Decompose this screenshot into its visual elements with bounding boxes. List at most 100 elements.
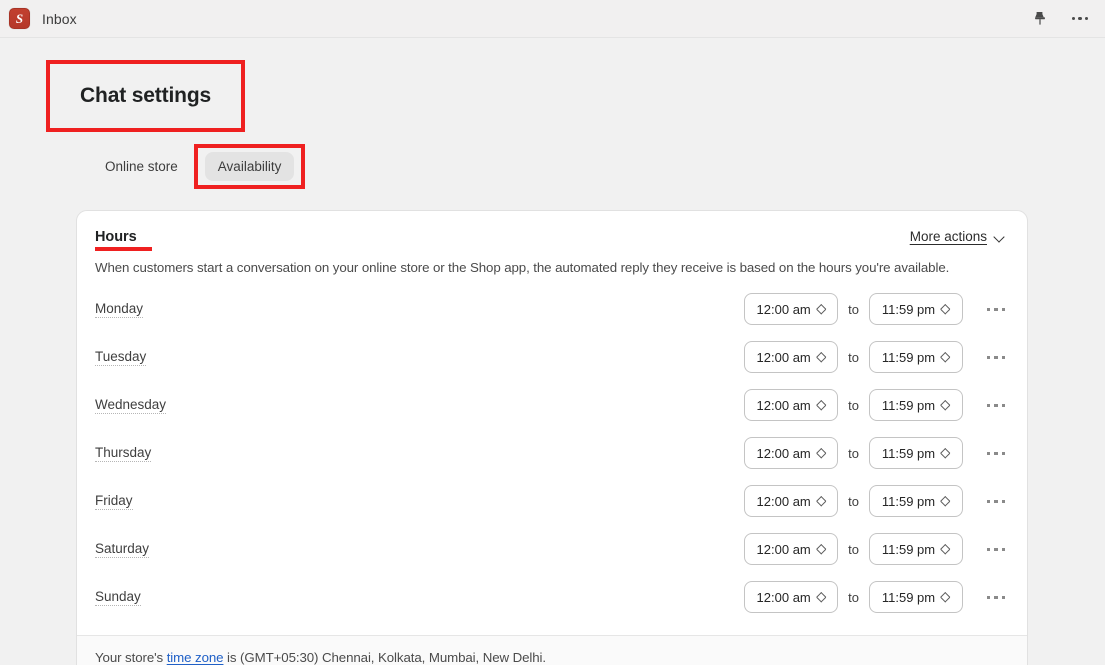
start-time-select[interactable]: 12:00 am [744, 341, 839, 374]
stepper-chevrons-icon [817, 591, 826, 604]
row-more-icon[interactable] [983, 355, 1009, 359]
day-label-friday[interactable]: Friday [95, 493, 133, 510]
hours-description: When customers start a conversation on y… [95, 260, 950, 275]
end-time-value: 11:59 pm [881, 397, 936, 413]
end-time-value: 11:59 pm [881, 493, 936, 509]
tab-availability-annotated: Availability [193, 144, 306, 189]
stepper-chevrons-icon [817, 543, 826, 556]
row-more-icon[interactable] [983, 403, 1009, 407]
start-time-select[interactable]: 12:00 am [744, 389, 839, 422]
day-label-monday[interactable]: Monday [95, 301, 144, 318]
table-row: Tuesday 12:00 am to 11:59 pm [77, 333, 1027, 381]
row-more-icon[interactable] [983, 547, 1009, 551]
day-label-wednesday[interactable]: Wednesday [95, 397, 167, 414]
more-dots [1071, 16, 1089, 21]
more-horizontal-icon[interactable] [1069, 8, 1091, 30]
stepper-chevrons-icon [941, 543, 950, 556]
end-time-value: 11:59 pm [881, 589, 936, 605]
time-zone-link[interactable]: time zone [167, 650, 224, 665]
tab-availability[interactable]: Availability [204, 152, 295, 181]
end-time-select[interactable]: 11:59 pm [869, 581, 963, 614]
stepper-chevrons-icon [941, 303, 950, 316]
day-label-sunday[interactable]: Sunday [95, 589, 141, 606]
stepper-chevrons-icon [941, 447, 950, 460]
row-controls: 12:00 am to 11:59 pm [744, 485, 1009, 518]
stepper-chevrons-icon [817, 399, 826, 412]
to-label: to [848, 397, 859, 413]
to-label: to [848, 493, 859, 509]
row-controls: 12:00 am to 11:59 pm [744, 293, 1009, 326]
table-row: Thursday 12:00 am to 11:59 pm [77, 429, 1027, 477]
annotation-underline-hours [95, 247, 152, 251]
hours-card-header: Hours More actions [77, 211, 1027, 251]
end-time-value: 11:59 pm [881, 301, 936, 317]
start-time-select[interactable]: 12:00 am [744, 533, 839, 566]
row-more-icon[interactable] [983, 595, 1009, 599]
end-time-select[interactable]: 11:59 pm [869, 293, 963, 326]
table-row: Monday 12:00 am to 11:59 pm [77, 285, 1027, 333]
timezone-prefix: Your store's [95, 650, 167, 665]
stepper-chevrons-icon [817, 351, 826, 364]
end-time-select[interactable]: 11:59 pm [869, 485, 963, 518]
row-more-icon[interactable] [983, 499, 1009, 503]
row-more-icon[interactable] [983, 451, 1009, 455]
app-title: Inbox [42, 10, 77, 27]
stepper-chevrons-icon [817, 303, 826, 316]
row-controls: 12:00 am to 11:59 pm [744, 341, 1009, 374]
page-body: Chat settings Online store Availability … [0, 38, 1105, 665]
hours-title-annotated: Hours [95, 229, 152, 251]
to-label: to [848, 541, 859, 557]
hours-row-list: Monday 12:00 am to 11:59 pm Tuesday 12:0… [77, 277, 1027, 635]
table-row: Sunday 12:00 am to 11:59 pm [77, 573, 1027, 621]
start-time-select[interactable]: 12:00 am [744, 437, 839, 470]
row-more-icon[interactable] [983, 307, 1009, 311]
app-header-actions [1029, 8, 1091, 30]
start-time-select[interactable]: 12:00 am [744, 485, 839, 518]
end-time-select[interactable]: 11:59 pm [869, 437, 963, 470]
pin-icon[interactable] [1029, 8, 1051, 30]
more-actions-label: More actions [909, 229, 987, 244]
stepper-chevrons-icon [941, 495, 950, 508]
start-time-value: 12:00 am [756, 397, 811, 413]
end-time-select[interactable]: 11:59 pm [869, 389, 963, 422]
row-controls: 12:00 am to 11:59 pm [744, 533, 1009, 566]
table-row: Friday 12:00 am to 11:59 pm [77, 477, 1027, 525]
chevron-down-icon [994, 233, 1005, 240]
start-time-value: 12:00 am [756, 589, 811, 605]
hours-title: Hours [95, 229, 137, 245]
end-time-select[interactable]: 11:59 pm [869, 533, 963, 566]
row-controls: 12:00 am to 11:59 pm [744, 581, 1009, 614]
start-time-select[interactable]: 12:00 am [744, 581, 839, 614]
end-time-value: 11:59 pm [881, 349, 936, 365]
to-label: to [848, 301, 859, 317]
start-time-value: 12:00 am [756, 445, 811, 461]
day-label-saturday[interactable]: Saturday [95, 541, 150, 558]
logo-letter: S [15, 11, 24, 26]
start-time-value: 12:00 am [756, 493, 811, 509]
page-title-annotated: Chat settings [46, 60, 246, 132]
shopify-inbox-logo-icon: S [9, 8, 30, 29]
start-time-value: 12:00 am [756, 301, 811, 317]
more-actions-button[interactable]: More actions [910, 229, 1005, 244]
app-header: S Inbox [0, 0, 1105, 38]
to-label: to [848, 349, 859, 365]
end-time-select[interactable]: 11:59 pm [869, 341, 963, 374]
to-label: to [848, 445, 859, 461]
day-label-tuesday[interactable]: Tuesday [95, 349, 147, 366]
table-row: Wednesday 12:00 am to 11:59 pm [77, 381, 1027, 429]
end-time-value: 11:59 pm [881, 445, 936, 461]
hours-card: Hours More actions When customers start … [76, 210, 1028, 665]
row-controls: 12:00 am to 11:59 pm [744, 389, 1009, 422]
start-time-value: 12:00 am [756, 349, 811, 365]
end-time-value: 11:59 pm [881, 541, 936, 557]
timezone-suffix: is (GMT+05:30) Chennai, Kolkata, Mumbai,… [223, 650, 547, 665]
stepper-chevrons-icon [941, 351, 950, 364]
start-time-select[interactable]: 12:00 am [744, 293, 839, 326]
settings-tabs: Online store Availability [92, 144, 1105, 189]
stepper-chevrons-icon [941, 591, 950, 604]
stepper-chevrons-icon [941, 399, 950, 412]
page-title: Chat settings [80, 84, 212, 107]
row-controls: 12:00 am to 11:59 pm [744, 437, 1009, 470]
tab-online-store[interactable]: Online store [92, 152, 191, 181]
day-label-thursday[interactable]: Thursday [95, 445, 152, 462]
